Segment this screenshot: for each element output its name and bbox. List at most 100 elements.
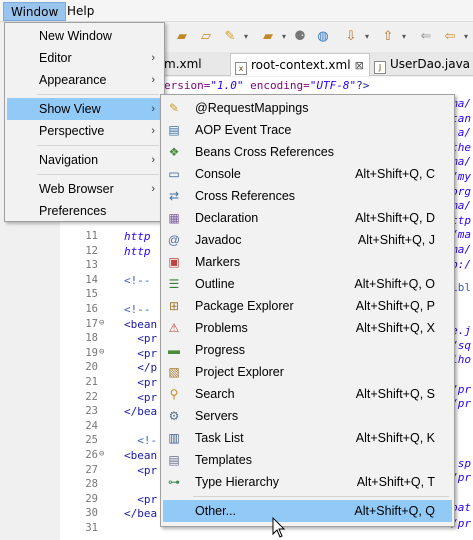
tab-label: root-context.xml (251, 58, 351, 72)
menu-item-package-explorer[interactable]: ⊞ Package Explorer Alt+Shift+Q, P (163, 295, 452, 317)
menu-separator (37, 145, 159, 146)
menu-item-outline[interactable]: ☰ Outline Alt+Shift+Q, O (163, 273, 452, 295)
code-line: <bean (124, 317, 158, 331)
line-number: 27 (85, 463, 98, 476)
menu-item-perspective[interactable]: Perspective › (7, 120, 162, 142)
last-edit-icon[interactable]: ⇐ (418, 29, 434, 45)
chevron-right-icon: › (151, 125, 155, 137)
tab-userdao-java[interactable]: J UserDao.java (370, 53, 473, 76)
xml-file-icon: x (235, 62, 247, 75)
previous-annotation-icon[interactable]: ⇧ (380, 29, 396, 45)
dropdown-icon[interactable]: ▾ (458, 29, 473, 45)
menu-item-cross-references[interactable]: ⇄ Cross References (163, 185, 452, 207)
globe-icon[interactable]: ◍ (315, 29, 331, 45)
code-line: <pr (124, 492, 158, 506)
menu-item-javadoc[interactable]: @ Javadoc Alt+Shift+Q, J (163, 229, 452, 251)
code-line: <!-- (124, 273, 158, 287)
code-line: <pr (124, 390, 158, 404)
menu-item-console[interactable]: ▭ Console Alt+Shift+Q, C (163, 163, 452, 185)
menu-item-problems[interactable]: ⚠ Problems Alt+Shift+Q, X (163, 317, 452, 339)
dropdown-icon[interactable]: ▾ (238, 29, 254, 45)
menu-item-declaration[interactable]: ▦ Declaration Alt+Shift+Q, D (163, 207, 452, 229)
markers-icon: ▣ (168, 255, 180, 269)
folder-open-icon[interactable]: ▱ (198, 29, 214, 45)
menu-item-new-window[interactable]: New Window (7, 25, 162, 47)
menu-bar: Window Help (0, 0, 473, 22)
menu-item-editor[interactable]: Editor › (7, 47, 162, 69)
line-number: 15 (85, 288, 98, 301)
menu-item-other[interactable]: Other... Alt+Shift+Q, Q (163, 500, 452, 522)
code-line: </bea (124, 405, 158, 419)
package-explorer-icon: ⊞ (168, 299, 180, 313)
menu-item-beans-cross-references[interactable]: ❖ Beans Cross References (163, 141, 452, 163)
close-icon[interactable]: ⊠ (355, 59, 364, 72)
menu-item-shortcut: Alt+Shift+Q, P (355, 299, 435, 313)
menu-item-templates[interactable]: ▤ Templates (163, 449, 452, 471)
menu-item-shortcut: Alt+Shift+Q, X (355, 321, 435, 335)
line-number: 30 (85, 507, 98, 520)
console-icon: ▭ (168, 167, 180, 181)
cross-references-icon: ⇄ (168, 189, 180, 203)
menu-item-markers[interactable]: ▣ Markers (163, 251, 452, 273)
menu-item-task-list[interactable]: ▥ Task List Alt+Shift+Q, K (163, 427, 452, 449)
menu-item-progress[interactable]: ▬ Progress (163, 339, 452, 361)
chevron-right-icon: › (151, 154, 155, 166)
folder-run-icon[interactable]: ▰ (260, 29, 276, 45)
dropdown-icon[interactable]: ▾ (396, 29, 412, 45)
next-annotation-icon[interactable]: ⇩ (343, 29, 359, 45)
tab-m-xml[interactable]: m.xml (160, 53, 225, 76)
line-number: 21 (85, 376, 98, 388)
javadoc-icon: @ (167, 233, 181, 247)
declaration-icon: ▦ (168, 211, 180, 225)
progress-icon: ▬ (168, 343, 180, 357)
menu-item-preferences[interactable]: Preferences (7, 200, 162, 222)
menu-item-label: Declaration (195, 211, 259, 225)
menu-item-show-view[interactable]: Show View › (7, 98, 162, 120)
menu-item-project-explorer[interactable]: ▧ Project Explorer (163, 361, 452, 383)
chevron-right-icon: › (151, 103, 155, 115)
menu-item-navigation[interactable]: Navigation › (7, 149, 162, 171)
line-number: 28 (85, 478, 98, 491)
menu-item-label: Outline (195, 277, 235, 291)
menu-item-label: Problems (195, 321, 248, 335)
code-line: <pr (124, 376, 158, 389)
back-icon[interactable]: ⇦ (442, 29, 458, 45)
menu-item-appearance[interactable]: Appearance › (7, 69, 162, 91)
menu-item-search[interactable]: ⚲ Search Alt+Shift+Q, S (163, 383, 452, 405)
tab-root-context[interactable]: x root-context.xml ⊠ (230, 53, 370, 76)
menu-item-shortcut: Alt+Shift+Q, D (355, 211, 435, 225)
menu-window[interactable]: Window (3, 2, 67, 21)
menu-item-shortcut: Alt+Shift+Q, J (357, 233, 435, 247)
dropdown-icon[interactable]: ▾ (276, 29, 292, 45)
beans-icon: ❖ (168, 145, 180, 159)
fold-toggle-icon[interactable]: ⊖ (99, 347, 104, 357)
menu-item-requestmappings[interactable]: ✎ @RequestMappings (163, 97, 452, 119)
chevron-right-icon: › (151, 183, 155, 195)
line-number: 25 (85, 434, 98, 447)
fold-toggle-icon[interactable]: ⊖ (99, 318, 104, 328)
pen-icon[interactable]: ✎ (222, 29, 238, 45)
aop-trace-icon: ▤ (168, 123, 180, 137)
folder-icon[interactable]: ▰ (174, 29, 190, 45)
menu-item-label: Cross References (195, 189, 296, 203)
dropdown-icon[interactable]: ▾ (359, 29, 375, 45)
menu-help[interactable]: Help (60, 2, 101, 21)
menu-item-aop-event-trace[interactable]: ▤ AOP Event Trace (163, 119, 452, 141)
menu-item-shortcut: Alt+Shift+Q, Q (354, 504, 435, 518)
menu-item-shortcut: Alt+Shift+Q, O (354, 277, 435, 291)
xml-declaration: ersion="1.0" encoding="UTF-8"?> (164, 79, 370, 92)
menu-item-label: Javadoc (195, 233, 242, 247)
line-number: 23 (85, 405, 98, 418)
menu-item-type-hierarchy[interactable]: ⊶ Type Hierarchy Alt+Shift+Q, T (163, 471, 452, 493)
line-number: 20 (85, 361, 98, 374)
chevron-right-icon: › (151, 52, 155, 64)
debug-icon[interactable]: ⚈ (292, 29, 308, 45)
menu-item-web-browser[interactable]: Web Browser › (7, 178, 162, 200)
menu-item-label: Other... (195, 504, 236, 518)
request-mappings-icon: ✎ (168, 101, 180, 115)
type-hierarchy-icon: ⊶ (168, 475, 180, 489)
outline-icon: ☰ (168, 277, 180, 291)
fold-toggle-icon[interactable]: ⊖ (99, 449, 104, 459)
menu-item-label: Beans Cross References (195, 145, 334, 159)
menu-item-servers[interactable]: ⚙ Servers (163, 405, 452, 427)
